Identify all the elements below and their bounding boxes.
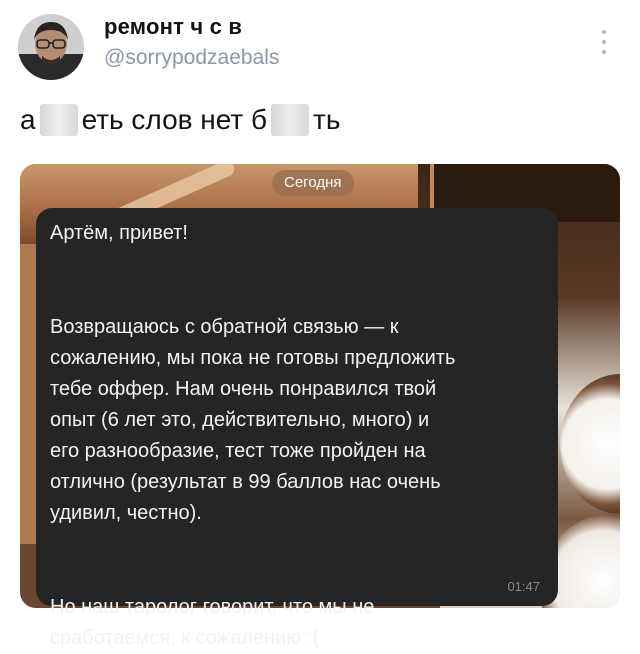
- more-vertical-icon[interactable]: [596, 26, 612, 58]
- message-line: опыт (6 лет это, действительно, много) и: [50, 409, 430, 431]
- tweet-text-part: а: [20, 104, 36, 135]
- message-blank-line: [50, 545, 542, 576]
- message-body: Артём, привет! Возвращаюсь с обратной свя…: [50, 218, 542, 654]
- message-line: сожалению, мы пока не готовы предложить: [50, 347, 456, 369]
- more-dot: [602, 50, 606, 54]
- tweet-text-part: еть слов нет б: [81, 104, 268, 135]
- author-name[interactable]: ремонт ч с в: [104, 14, 242, 40]
- avatar[interactable]: [18, 14, 84, 80]
- censor-blur: [271, 104, 310, 136]
- message-bubble: Артём, привет! Возвращаюсь с обратной свя…: [36, 208, 558, 649]
- message-line: его разнообразие, тест тоже пройден на: [50, 440, 426, 462]
- avatar-photo: [18, 14, 84, 80]
- message-line: удивил, честно).: [50, 502, 202, 524]
- censor-blur: [39, 104, 78, 136]
- tweet-text-part: ть: [313, 104, 341, 135]
- message-line: Артём, привет!: [50, 222, 188, 244]
- message-line: Возвращаюсь с обратной связью — к: [50, 316, 399, 338]
- message-line: отлично (результат в 99 баллов нас очень: [50, 471, 441, 493]
- message-line: тебе оффер. Нам очень понравился твой: [50, 378, 437, 400]
- more-dot: [602, 30, 606, 34]
- date-badge: Сегодня: [272, 170, 354, 196]
- more-dot: [602, 40, 606, 44]
- tweet-text: а еть слов нет б ть: [20, 104, 340, 136]
- message-time: 01:47: [507, 579, 540, 594]
- author-handle[interactable]: @sorrypodzaebals: [104, 46, 279, 70]
- message-line: Но наш таролог говорит, что мы не: [50, 596, 375, 618]
- message-blank-line: [50, 265, 542, 296]
- message-line: сработаемся, к сожалению :(: [50, 627, 319, 649]
